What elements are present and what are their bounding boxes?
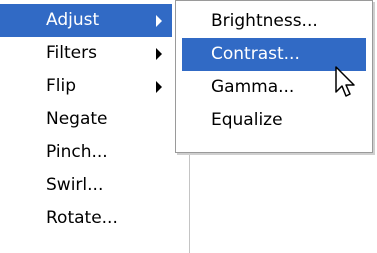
submenu-item-label: Gamma...	[211, 77, 295, 97]
menu-item-label: Filters	[46, 43, 97, 63]
menu-item-adjust[interactable]: Adjust	[0, 4, 172, 37]
menu-item-pinch[interactable]: Pinch...	[0, 136, 172, 169]
submenu-item-brightness[interactable]: Brightness...	[176, 5, 372, 38]
submenu-arrow-icon	[156, 48, 162, 60]
menu-screenshot: Adjust Filters Flip Negate Pinch... Swir…	[0, 0, 377, 253]
menu-item-label: Adjust	[46, 10, 100, 30]
menu-item-swirl[interactable]: Swirl...	[0, 169, 172, 202]
main-menu: Adjust Filters Flip Negate Pinch... Swir…	[0, 0, 190, 253]
submenu-arrow-icon	[156, 81, 162, 93]
submenu-arrow-icon	[156, 15, 162, 27]
submenu-item-label: Contrast...	[211, 44, 300, 64]
submenu-item-label: Brightness...	[211, 11, 318, 31]
menu-item-filters[interactable]: Filters	[0, 37, 172, 70]
submenu-item-label: Equalize	[211, 110, 283, 130]
menu-item-flip[interactable]: Flip	[0, 70, 172, 103]
menu-item-label: Swirl...	[46, 175, 104, 195]
submenu-item-equalize[interactable]: Equalize	[176, 104, 372, 137]
menu-item-label: Rotate...	[46, 208, 118, 228]
menu-item-label: Negate	[46, 109, 108, 129]
menu-item-label: Flip	[46, 76, 77, 96]
menu-item-rotate[interactable]: Rotate...	[0, 202, 172, 235]
menu-item-negate[interactable]: Negate	[0, 103, 172, 136]
menu-item-label: Pinch...	[46, 142, 108, 162]
mouse-pointer-icon	[335, 66, 355, 97]
